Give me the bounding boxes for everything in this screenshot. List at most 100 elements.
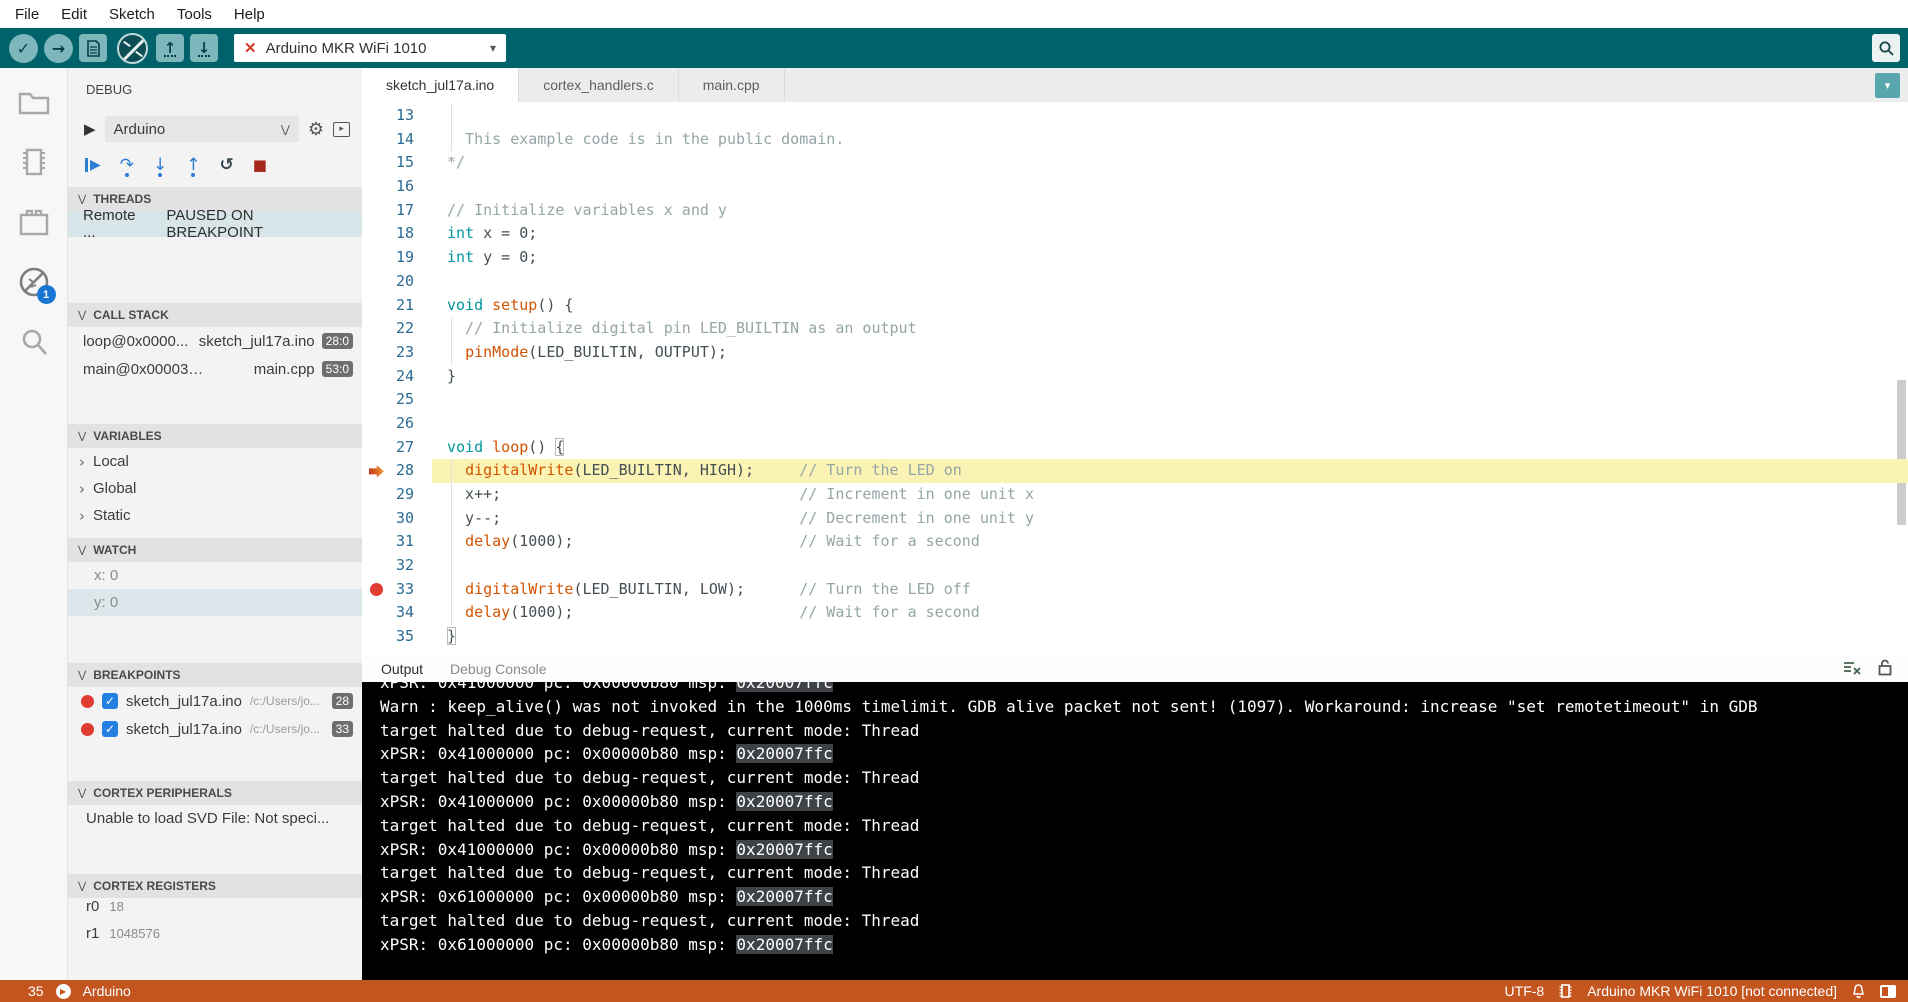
code-line-24[interactable]: 24} — [362, 365, 1908, 389]
menu-item-tools[interactable]: Tools — [166, 6, 223, 23]
tab-main.cpp[interactable]: main.cpp — [679, 68, 785, 102]
code-line-14[interactable]: 14 This example code is in the public do… — [362, 128, 1908, 152]
line-number[interactable]: 23 — [362, 341, 432, 365]
menu-item-file[interactable]: File — [4, 6, 50, 23]
line-number[interactable]: 16 — [362, 175, 432, 199]
menu-item-sketch[interactable]: Sketch — [98, 6, 166, 23]
variables-group-static[interactable]: ›Static — [68, 502, 362, 529]
verify-button[interactable]: ✓ — [9, 34, 38, 63]
tab-output[interactable]: Output — [381, 661, 423, 677]
bell-icon[interactable] — [1851, 983, 1866, 999]
code-line-13[interactable]: 13 — [362, 104, 1908, 128]
line-number[interactable]: 20 — [362, 270, 432, 294]
line-number[interactable]: 30 — [362, 507, 432, 531]
output-console[interactable]: xPSR: 0x41000000 pc: 0x00000b80 msp: 0x2… — [362, 682, 1908, 980]
variables-group-global[interactable]: ›Global — [68, 475, 362, 502]
breakpoints-section-header[interactable]: ⋁ BREAKPOINTS — [68, 663, 362, 687]
breakpoint-item[interactable]: ✓sketch_jul17a.ino/c:/Users/jo...33 — [68, 715, 362, 743]
line-number[interactable]: 29 — [362, 483, 432, 507]
call-stack-section-header[interactable]: ⋁ CALL STACK — [68, 303, 362, 327]
code-line-34[interactable]: 34 delay(1000); // Wait for a second — [362, 601, 1908, 625]
code-editor[interactable]: 1314 This example code is in the public … — [362, 102, 1908, 655]
line-number[interactable]: 15 — [362, 151, 432, 175]
line-number[interactable]: 28 — [362, 459, 432, 483]
debug-profile-select[interactable]: Arduino ⋁ — [105, 116, 299, 142]
register-row[interactable]: r018 — [68, 898, 362, 925]
code-line-33[interactable]: 33 digitalWrite(LED_BUILTIN, LOW); // Tu… — [362, 578, 1908, 602]
line-number[interactable]: 18 — [362, 222, 432, 246]
status-board-label[interactable]: Arduino MKR WiFi 1010 [not connected] — [1587, 983, 1837, 999]
clear-output-icon[interactable] — [1843, 660, 1861, 676]
variables-section-header[interactable]: ⋁ VARIABLES — [68, 424, 362, 448]
sidebar-item-search[interactable] — [16, 324, 52, 360]
breakpoint-checkbox[interactable]: ✓ — [102, 693, 118, 709]
board-selector[interactable]: ✕ Arduino MKR WiFi 1010 ▾ — [234, 34, 506, 62]
tab-sketch_jul17a.ino[interactable]: sketch_jul17a.ino — [362, 68, 519, 102]
register-row[interactable]: r11048576 — [68, 925, 362, 952]
code-line-29[interactable]: 29 x++; // Increment in one unit x — [362, 483, 1908, 507]
code-line-17[interactable]: 17// Initialize variables x and y — [362, 199, 1908, 223]
cortex-registers-section-header[interactable]: ⋁ CORTEX REGISTERS — [68, 874, 362, 898]
tab-debug-console[interactable]: Debug Console — [450, 661, 547, 677]
code-line-28[interactable]: 28 digitalWrite(LED_BUILTIN, HIGH); // T… — [362, 459, 1908, 483]
tab-cortex_handlers.c[interactable]: cortex_handlers.c — [519, 68, 679, 102]
cortex-peripherals-section-header[interactable]: ⋁ CORTEX PERIPHERALS — [68, 781, 362, 805]
variables-group-local[interactable]: ›Local — [68, 448, 362, 475]
watch-item[interactable]: x: 0 — [68, 562, 362, 589]
code-line-15[interactable]: 15*/ — [362, 151, 1908, 175]
line-number[interactable]: 27 — [362, 436, 432, 460]
code-line-20[interactable]: 20 — [362, 270, 1908, 294]
debug-console-icon[interactable]: ▸ — [333, 122, 350, 137]
line-number[interactable]: 14 — [362, 128, 432, 152]
breakpoint-checkbox[interactable]: ✓ — [102, 721, 118, 737]
gear-icon[interactable]: ⚙ — [308, 119, 324, 140]
line-number[interactable]: 21 — [362, 294, 432, 318]
step-out-button[interactable]: ↑ — [186, 155, 200, 175]
start-debug-button[interactable]: ▶ — [84, 120, 96, 138]
menu-item-edit[interactable]: Edit — [50, 6, 98, 23]
watch-section-header[interactable]: ⋁ WATCH — [68, 538, 362, 562]
code-line-32[interactable]: 32 — [362, 554, 1908, 578]
code-line-26[interactable]: 26 — [362, 412, 1908, 436]
line-number[interactable]: 34 — [362, 601, 432, 625]
line-number[interactable]: 31 — [362, 530, 432, 554]
tab-list-dropdown-button[interactable]: ▾ — [1875, 73, 1900, 98]
play-circle-icon[interactable]: ▶ — [56, 984, 71, 999]
line-number[interactable]: 22 — [362, 317, 432, 341]
code-line-18[interactable]: 18int x = 0; — [362, 222, 1908, 246]
line-number[interactable]: 26 — [362, 412, 432, 436]
code-line-22[interactable]: 22 // Initialize digital pin LED_BUILTIN… — [362, 317, 1908, 341]
menu-item-help[interactable]: Help — [223, 6, 276, 23]
serial-monitor-button[interactable] — [1872, 34, 1900, 62]
code-line-27[interactable]: 27void loop() { — [362, 436, 1908, 460]
line-number[interactable]: 19 — [362, 246, 432, 270]
code-line-19[interactable]: 19int y = 0; — [362, 246, 1908, 270]
upload-button[interactable]: → — [44, 34, 73, 63]
step-into-button[interactable]: ↓ — [153, 155, 167, 175]
line-number[interactable]: 32 — [362, 554, 432, 578]
code-line-35[interactable]: 35} — [362, 625, 1908, 649]
line-number[interactable]: 25 — [362, 388, 432, 412]
export-button[interactable]: ↑ — [156, 34, 184, 62]
sidebar-item-debug[interactable]: 1 — [16, 264, 52, 300]
restart-button[interactable]: ↺ — [220, 155, 234, 175]
sidebar-item-library-manager[interactable] — [16, 204, 52, 240]
sidebar-item-boards-manager[interactable] — [16, 144, 52, 180]
code-line-16[interactable]: 16 — [362, 175, 1908, 199]
code-line-23[interactable]: 23 pinMode(LED_BUILTIN, OUTPUT); — [362, 341, 1908, 365]
call-stack-frame[interactable]: main@0x000034a6main.cpp53:0 — [68, 355, 362, 383]
continue-button[interactable]: ▶ — [85, 158, 101, 172]
code-line-30[interactable]: 30 y--; // Decrement in one unit y — [362, 507, 1908, 531]
breakpoint-item[interactable]: ✓sketch_jul17a.ino/c:/Users/jo...28 — [68, 687, 362, 715]
toggle-panel-icon[interactable] — [1880, 985, 1896, 998]
code-line-21[interactable]: 21void setup() { — [362, 294, 1908, 318]
line-number[interactable]: 24 — [362, 365, 432, 389]
line-number[interactable]: 17 — [362, 199, 432, 223]
line-number[interactable]: 35 — [362, 625, 432, 649]
import-button[interactable]: ↓ — [190, 34, 218, 62]
debug-button[interactable] — [79, 34, 107, 62]
code-line-25[interactable]: 25 — [362, 388, 1908, 412]
stop-button[interactable]: ■ — [253, 156, 267, 174]
call-stack-frame[interactable]: loop@0x0000...sketch_jul17a.ino28:0 — [68, 327, 362, 355]
scroll-lock-icon[interactable] — [1878, 659, 1892, 676]
